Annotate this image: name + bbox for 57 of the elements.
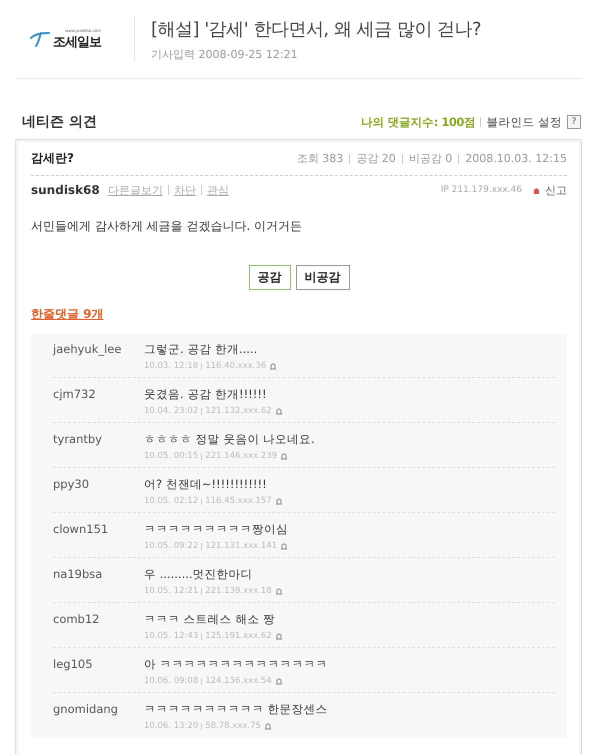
reply-ip: 58.78.xxx.75	[205, 721, 261, 731]
reply-text: 그렇군. 공감 한개.....	[144, 342, 258, 357]
reply-user[interactable]: comb12	[53, 612, 144, 647]
comment-title: 감세란?	[31, 150, 74, 167]
author-name[interactable]: sundisk68	[31, 183, 100, 197]
comment-stat: 공감 20	[356, 151, 396, 166]
reply-user[interactable]: tyrantby	[53, 432, 144, 467]
logo-name[interactable]: 조세일보	[53, 32, 101, 50]
reply-user[interactable]: cjm732	[53, 387, 144, 422]
siren-icon[interactable]	[532, 186, 541, 194]
replies-count-link[interactable]: 한줄댓글 9개	[31, 306, 104, 323]
published-date: 기사입력 2008-09-25 12:21	[151, 46, 299, 62]
comment-stat: 비공감 0	[408, 151, 452, 166]
reply-user[interactable]: gnomidang	[53, 702, 144, 738]
reply-time: 10.03. 12:18	[144, 361, 198, 371]
comment-stat: 2008.10.03. 12:15	[465, 152, 567, 165]
reply-ip: 124.136.xxx.54	[205, 676, 272, 686]
reply-ip: 221.146.xxx.239	[205, 451, 278, 461]
comment-stat: 조회 383	[296, 151, 344, 166]
reply-text: ㅎㅎㅎㅎ 정말 웃음이 나오네요.	[144, 432, 315, 447]
section-title: 네티즌 의견	[22, 113, 97, 131]
logo-icon	[30, 30, 50, 48]
reply-time: 10.05. 02:12	[144, 496, 198, 506]
reply-user[interactable]: clown151	[53, 522, 144, 557]
reply-user[interactable]: leg105	[53, 657, 144, 692]
reply-text: ㅋㅋㅋㅋㅋㅋㅋㅋㅋ짱이심	[144, 522, 288, 537]
comment-score: 나의 댓글지수: 100점	[361, 114, 476, 130]
comment-body: 서민들에게 감사하게 세금을 걷겠습니다. 이거거든	[31, 218, 304, 235]
report-link[interactable]: 신고	[545, 182, 567, 198]
reply-ip: 116.40.xxx.36	[205, 361, 266, 371]
reply-time: 10.06. 13:20	[144, 721, 198, 731]
reply-ip: 221.139.xxx.18	[205, 586, 272, 596]
reply-time: 10.06. 09:08	[144, 676, 198, 686]
article-headline: [해설] '감세' 한다면서, 왜 세금 많이 걷나?	[151, 18, 482, 40]
reply-time: 10.05. 09:22	[144, 541, 198, 551]
agree-button[interactable]: 공감	[248, 265, 290, 290]
reply-ip: 121.132.xxx.62	[205, 406, 272, 416]
reply-time: 10.05. 12:43	[144, 631, 198, 641]
reply-ip: 121.131.xxx.141	[205, 541, 278, 551]
reply-time: 10.05. 12:21	[144, 586, 198, 596]
help-button[interactable]: ?	[567, 115, 581, 129]
reply-text: 우 .........멋진한마디	[144, 567, 254, 582]
reply-time: 10.05. 00:15	[144, 451, 198, 461]
reply-text: 어? 천잰데~!!!!!!!!!!!!	[144, 477, 268, 492]
ip-address: IP 211.179.xxx.46	[440, 185, 522, 195]
disagree-button[interactable]: 비공감	[296, 265, 350, 290]
reply-ip: 116.45.xxx.157	[205, 496, 272, 506]
reply-user[interactable]: ppy30	[53, 477, 144, 512]
reply-time: 10.04. 23:02	[144, 406, 198, 416]
reply-text: ㅋㅋㅋㅋㅋㅋㅋㅋㅋㅋ 한문장센스	[144, 702, 328, 717]
reply-user[interactable]: na19bsa	[53, 567, 144, 602]
reply-text: ㅋㅋㅋ 스트레스 해소 짱	[144, 612, 276, 627]
blind-setting-link[interactable]: 블라인드 설정	[486, 114, 562, 130]
reply-user[interactable]: jaehyuk_lee	[53, 342, 144, 377]
reply-ip: 125.191.xxx.62	[205, 631, 272, 641]
reply-text: 웃겼음. 공감 한개!!!!!!	[144, 387, 268, 402]
reply-text: 아 ㅋㅋㅋㅋㅋㅋㅋㅋㅋㅋㅋㅋㅋㅋ	[144, 657, 328, 672]
